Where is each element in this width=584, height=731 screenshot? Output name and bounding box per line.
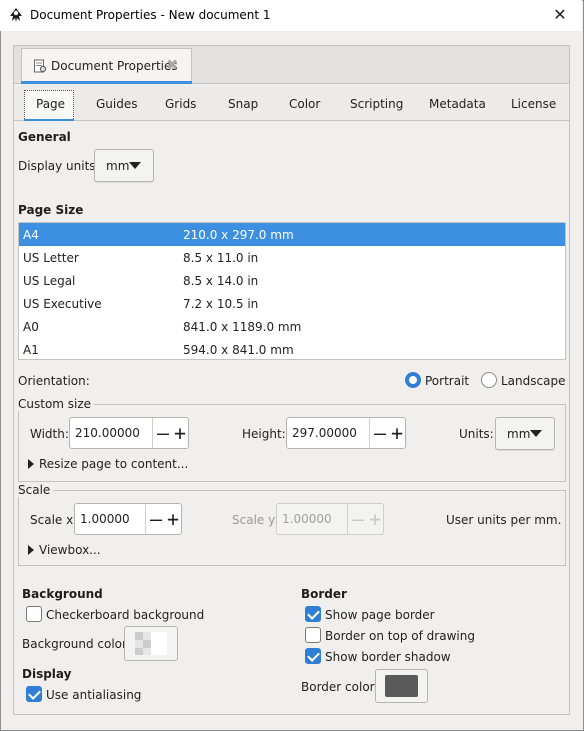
- page-size-name: US Executive: [23, 297, 102, 311]
- landscape-label[interactable]: Landscape: [501, 374, 565, 388]
- dock-tab-label: Document Properties: [51, 59, 178, 73]
- width-spinbutton[interactable]: 210.00000 — +: [69, 417, 189, 449]
- spin-separator: [369, 418, 370, 448]
- resize-to-content-expander[interactable]: Resize page to content...: [39, 457, 188, 471]
- page-size-dimensions: 594.0 x 841.0 mm: [183, 343, 294, 357]
- border-heading: Border: [301, 587, 347, 601]
- page-size-name: A4: [23, 228, 39, 242]
- border-on-top-label[interactable]: Border on top of drawing: [325, 629, 475, 643]
- page-size-row[interactable]: A0 841.0 x 1189.0 mm: [19, 315, 565, 338]
- minus-icon: —: [351, 507, 365, 531]
- minus-icon[interactable]: —: [371, 420, 389, 446]
- checkerboard-label[interactable]: Checkerboard background: [46, 608, 204, 622]
- background-heading: Background: [22, 587, 103, 601]
- page-size-list[interactable]: A4 210.0 x 297.0 mm US Letter 8.5 x 11.0…: [18, 222, 566, 360]
- user-units-label: User units per mm.: [446, 513, 562, 527]
- width-label: Width:: [30, 427, 69, 441]
- height-value: 297.00000: [292, 426, 357, 440]
- border-shadow-label[interactable]: Show border shadow: [325, 650, 451, 664]
- portrait-label[interactable]: Portrait: [425, 374, 469, 388]
- tab-page-indicator: [24, 119, 74, 121]
- window-close-button[interactable]: ✕: [545, 3, 575, 27]
- dock-tab-close-icon[interactable]: ✖: [166, 56, 179, 74]
- scale-y-label: Scale y:: [232, 513, 279, 527]
- page-size-name: US Legal: [23, 274, 76, 288]
- plus-icon[interactable]: +: [171, 420, 189, 446]
- scale-x-label: Scale x:: [30, 513, 78, 527]
- portrait-radio[interactable]: [405, 372, 421, 388]
- minus-icon[interactable]: —: [147, 506, 165, 532]
- show-page-border-label[interactable]: Show page border: [325, 608, 435, 622]
- spin-separator: [152, 418, 153, 448]
- expander-arrow-icon[interactable]: [28, 459, 34, 469]
- plus-icon[interactable]: +: [388, 420, 406, 446]
- tab-license[interactable]: License: [511, 97, 556, 111]
- page-size-row[interactable]: US Letter 8.5 x 11.0 in: [19, 246, 565, 269]
- page-size-row[interactable]: US Executive 7.2 x 10.5 in: [19, 292, 565, 315]
- antialiasing-checkbox[interactable]: [26, 686, 42, 702]
- minus-icon[interactable]: —: [154, 420, 172, 446]
- plus-icon[interactable]: +: [164, 506, 182, 532]
- expander-arrow-icon[interactable]: [28, 545, 34, 555]
- antialiasing-label[interactable]: Use antialiasing: [46, 688, 141, 702]
- page-size-dimensions: 8.5 x 11.0 in: [183, 251, 259, 265]
- border-color-swatch: [385, 675, 418, 697]
- background-color-label: Background color:: [22, 637, 131, 651]
- page-size-dimensions: 841.0 x 1189.0 mm: [183, 320, 302, 334]
- scale-title: Scale: [18, 483, 54, 497]
- tab-page[interactable]: Page: [36, 97, 65, 111]
- display-heading: Display: [22, 667, 72, 681]
- tab-color[interactable]: Color: [289, 97, 320, 111]
- units-label: Units:: [459, 427, 494, 441]
- tab-metadata[interactable]: Metadata: [429, 97, 486, 111]
- orientation-label: Orientation:: [18, 374, 90, 388]
- units-value: mm: [507, 427, 531, 441]
- page-size-dimensions: 7.2 x 10.5 in: [183, 297, 259, 311]
- checkerboard-checkbox[interactable]: [26, 606, 42, 622]
- viewbox-expander[interactable]: Viewbox...: [39, 543, 101, 557]
- width-value: 210.00000: [75, 426, 140, 440]
- tab-scripting[interactable]: Scripting: [350, 97, 403, 111]
- page-size-name: US Letter: [23, 251, 79, 265]
- general-heading: General: [18, 130, 71, 144]
- page-size-row[interactable]: A4 210.0 x 297.0 mm: [19, 223, 565, 246]
- tab-guides[interactable]: Guides: [96, 97, 138, 111]
- scale-x-spinbutton[interactable]: 1.00000 — +: [74, 503, 182, 535]
- border-shadow-checkbox[interactable]: [305, 648, 321, 664]
- scale-y-value: 1.00000: [282, 512, 332, 526]
- page-size-heading: Page Size: [18, 203, 84, 217]
- page-size-dimensions: 8.5 x 14.0 in: [183, 274, 259, 288]
- page-size-name: A1: [23, 343, 39, 357]
- page-size-dimensions: 210.0 x 297.0 mm: [183, 228, 294, 242]
- border-color-label: Border color:: [301, 680, 379, 694]
- inkscape-app-icon: [10, 8, 22, 22]
- tab-grids[interactable]: Grids: [165, 97, 196, 111]
- plus-icon: +: [368, 507, 382, 531]
- display-units-value: mm: [106, 159, 130, 173]
- spin-separator: [347, 504, 348, 534]
- display-units-label: Display units:: [18, 159, 100, 173]
- height-spinbutton[interactable]: 297.00000 — +: [286, 417, 406, 449]
- checkerboard-swatch-icon: [135, 632, 167, 655]
- spin-separator: [145, 504, 146, 534]
- document-properties-icon: [34, 59, 47, 73]
- height-label: Height:: [242, 427, 286, 441]
- scale-x-value: 1.00000: [80, 512, 130, 526]
- chevron-down-icon: [530, 430, 542, 437]
- show-page-border-checkbox[interactable]: [305, 606, 321, 622]
- border-on-top-checkbox[interactable]: [305, 627, 321, 643]
- custom-size-title: Custom size: [18, 397, 95, 411]
- page-size-row[interactable]: A1 594.0 x 841.0 mm: [19, 338, 565, 359]
- chevron-down-icon: [129, 162, 141, 169]
- tab-snap[interactable]: Snap: [228, 97, 258, 111]
- page-size-row[interactable]: US Legal 8.5 x 14.0 in: [19, 269, 565, 292]
- dock-tab-active-indicator: [21, 81, 192, 84]
- landscape-radio[interactable]: [481, 372, 497, 388]
- scale-y-spinbutton: 1.00000 — +: [276, 503, 384, 535]
- page-size-name: A0: [23, 320, 39, 334]
- window-title: Document Properties - New document 1: [30, 8, 271, 22]
